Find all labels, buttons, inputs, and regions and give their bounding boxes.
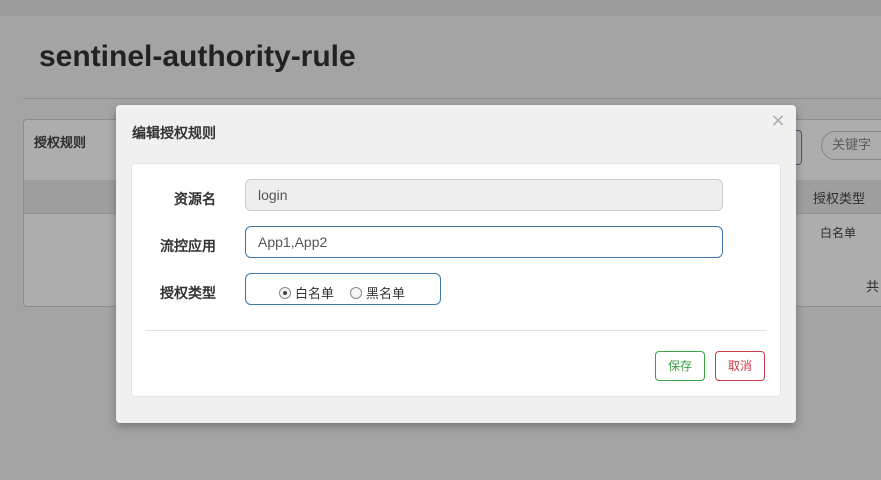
form-divider [145, 330, 767, 331]
radio-unchecked-icon[interactable] [350, 286, 362, 299]
radio-blacklist-label: 黑名单 [366, 287, 406, 302]
limit-app-input[interactable]: App1,App2 [245, 226, 723, 258]
resource-input[interactable]: login [245, 179, 723, 211]
strategy-label: 授权类型 [160, 286, 216, 302]
radio-checked-icon[interactable] [279, 286, 291, 299]
limit-app-label: 流控应用 [160, 239, 216, 255]
save-button[interactable]: 保存 [655, 351, 705, 381]
dialog-title: 编辑授权规则 [132, 126, 216, 142]
strategy-radio-group: 白名单 黑名单 [245, 273, 441, 305]
close-icon[interactable]: × [769, 111, 787, 131]
radio-whitelist[interactable]: 白名单 [279, 283, 334, 302]
rule-form: 资源名 login 流控应用 App1,App2 授权类型 白名单 黑名单 保存… [131, 163, 781, 397]
radio-whitelist-label: 白名单 [295, 287, 335, 302]
edit-authority-rule-dialog: 编辑授权规则 × 资源名 login 流控应用 App1,App2 授权类型 白… [116, 105, 796, 423]
resource-label: 资源名 [174, 192, 216, 208]
cancel-button[interactable]: 取消 [715, 351, 765, 381]
radio-blacklist[interactable]: 黑名单 [350, 283, 405, 302]
